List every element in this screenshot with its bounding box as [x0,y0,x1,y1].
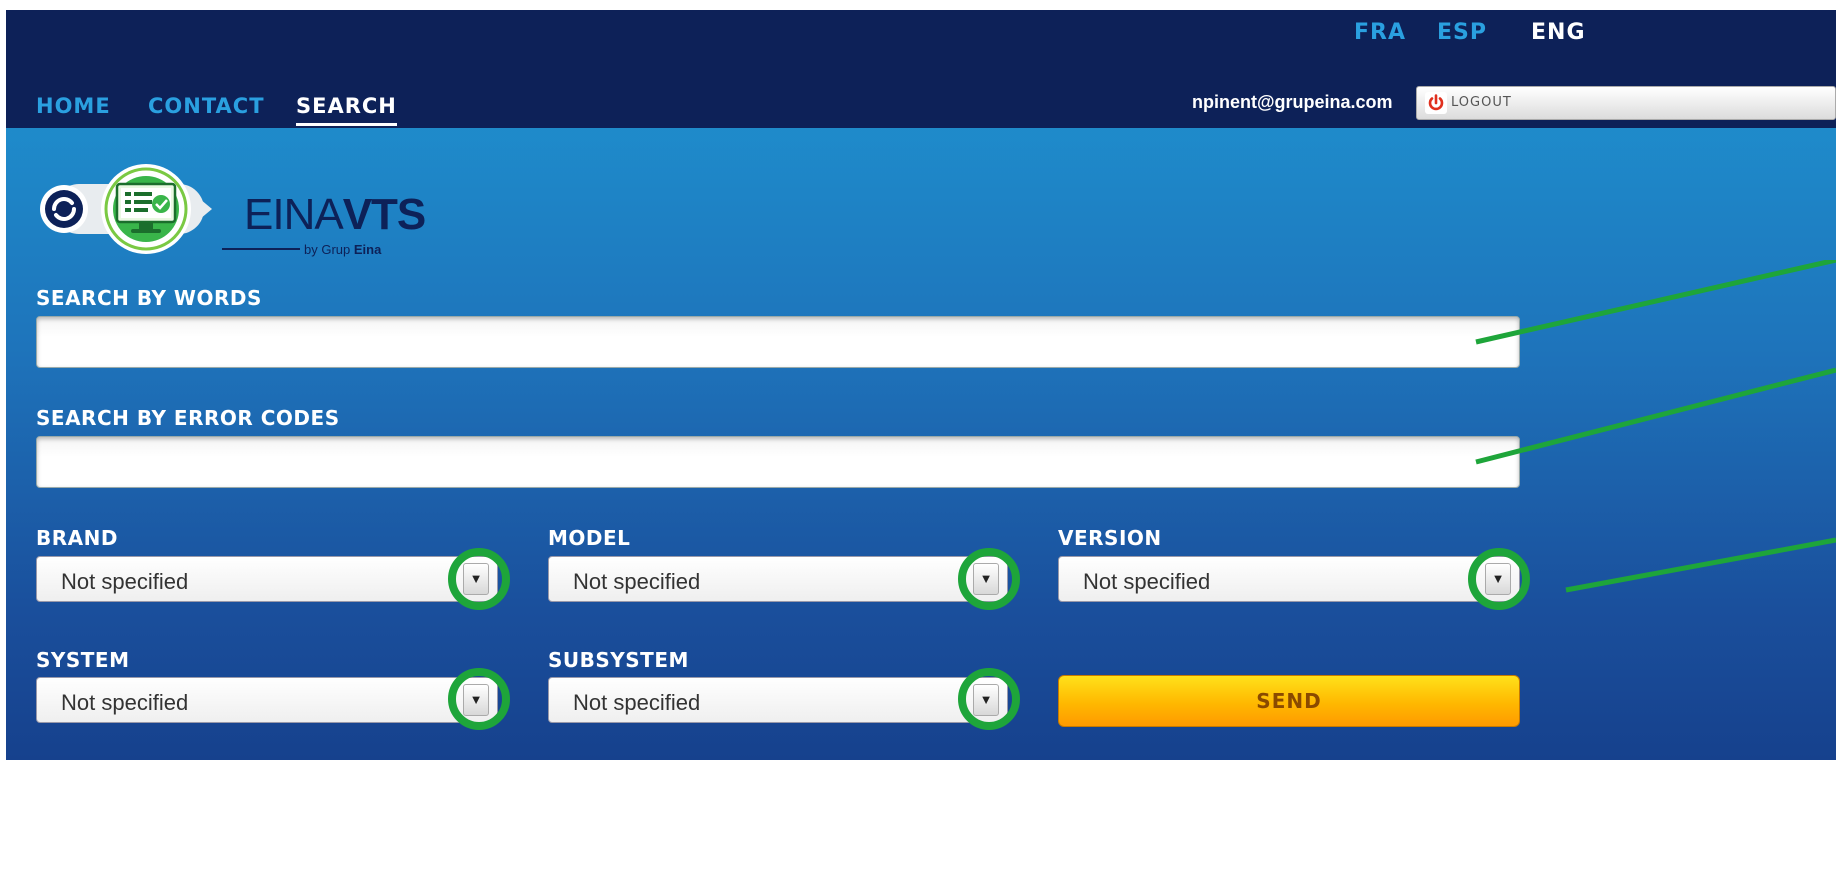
system-select-value: Not specified [61,690,189,715]
search-error-codes-label: SEARCH BY ERROR CODES [36,406,340,430]
nav-search[interactable]: SEARCH [296,94,397,126]
nav-home[interactable]: HOME [36,94,111,118]
logo-byline-rule [222,248,300,250]
lang-eng[interactable]: ENG [1531,20,1586,45]
logout-label: LOGOUT [1451,95,1512,110]
model-select[interactable]: Not specified ▼ [548,556,1008,602]
logo-by-bold: Eina [353,242,382,257]
model-label: MODEL [548,526,631,550]
power-icon [1425,92,1447,114]
brand-select[interactable]: Not specified ▼ [36,556,498,602]
page-frame: FRA ESP ENG HOME CONTACT SEARCH npinent@… [6,10,1836,760]
model-select-value: Not specified [573,569,701,594]
annotation-circle [958,668,1020,730]
logo-wordmark: EINAVTS [244,190,427,240]
nav-contact[interactable]: CONTACT [148,94,265,118]
lang-esp[interactable]: ESP [1437,20,1487,45]
logout-button[interactable]: LOGOUT [1416,86,1836,120]
system-select[interactable]: Not specified ▼ [36,677,498,723]
logo-by: by Grup Eina [304,242,381,257]
annotation-circle [958,548,1020,610]
top-bar: FRA ESP ENG HOME CONTACT SEARCH npinent@… [6,10,1836,128]
brand-label: BRAND [36,526,118,550]
subsystem-select[interactable]: Not specified ▼ [548,677,1008,723]
search-error-codes-input[interactable] [36,436,1520,488]
logo-brand-light: EINA [244,190,344,239]
version-select-value: Not specified [1083,569,1211,594]
annotation-circle [448,668,510,730]
subsystem-select-value: Not specified [573,690,701,715]
search-words-input[interactable] [36,316,1520,368]
lang-fra[interactable]: FRA [1354,20,1406,45]
user-email: npinent@grupeina.com [1192,92,1393,112]
subsystem-label: SUBSYSTEM [548,648,689,672]
monitor-check-icon [115,182,177,233]
logo-by-text: by Grup [304,242,354,257]
brand-select-value: Not specified [61,569,189,594]
search-words-label: SEARCH BY WORDS [36,286,262,310]
version-select[interactable]: Not specified ▼ [1058,556,1520,602]
send-button[interactable]: SEND [1058,675,1520,727]
logo-brand-bold: VTS [342,190,427,239]
version-label: VERSION [1058,526,1162,550]
annotation-circle [448,548,510,610]
system-label: SYSTEM [36,648,130,672]
annotation-lines [1475,260,1836,593]
einavts-logo: EINAVTS by Grup Eina [34,154,427,264]
